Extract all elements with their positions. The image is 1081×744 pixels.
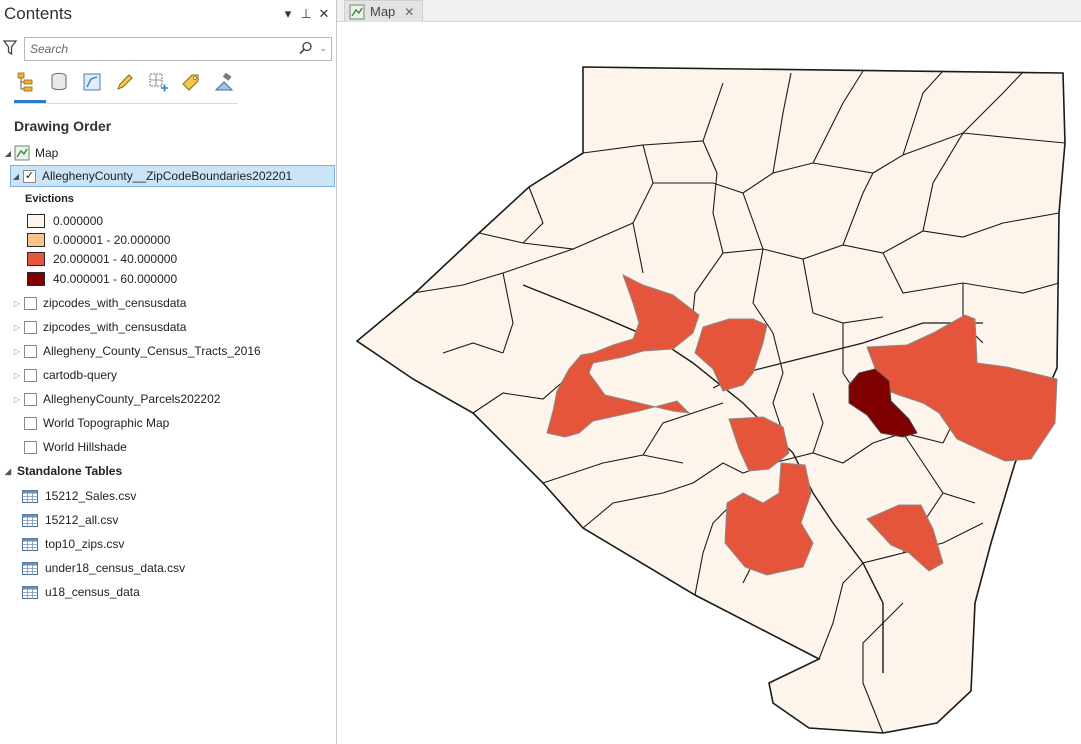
list-by-drawing-order-icon[interactable] [14,70,38,94]
collapse-icon[interactable]: ◢ [11,172,21,181]
layer-name: zipcodes_with_censusdata [43,296,187,310]
layer-zipcode-boundaries[interactable]: ◢ ✓ AlleghenyCounty__ZipCodeBoundaries20… [10,165,335,187]
layer-item[interactable]: ▷ AlleghenyCounty_Parcels202202 [12,388,221,410]
table-name: u18_census_data [45,585,140,599]
pin-icon[interactable]: ⊥ [300,6,312,22]
legend-class[interactable]: 40.000001 - 60.000000 [27,270,177,287]
close-pane-icon[interactable]: ✕ [318,6,330,22]
layer-visibility-checkbox[interactable] [24,392,37,406]
layer-item[interactable]: World Topographic Map [22,412,169,434]
table-icon [22,513,38,527]
view-tab-strip: Map ✕ [337,0,1081,22]
map-icon [14,145,30,161]
table-icon [22,537,38,551]
table-icon [22,561,38,575]
layer-name: World Topographic Map [43,416,170,430]
list-by-selection-icon[interactable] [80,70,104,94]
contents-pane: Contents ▾ ⊥ ✕ ⌄ [0,0,337,744]
legend-swatch [27,213,45,228]
expand-icon[interactable]: ▷ [12,371,22,380]
close-tab-icon[interactable]: ✕ [404,5,414,19]
contents-toolbar [14,70,236,98]
expand-icon[interactable]: ▷ [12,299,22,308]
tab-label: Map [370,4,396,19]
zip-code-choropleth-map[interactable] [343,23,1081,744]
search-icon[interactable] [299,41,313,55]
table-name: top10_zips.csv [45,537,125,551]
layer-name: Allegheny_County_Census_Tracts_2016 [43,344,261,358]
table-icon [22,489,38,503]
table-item[interactable]: top10_zips.csv [22,533,124,555]
layer-item[interactable]: ▷ zipcodes_with_censusdata [12,316,187,338]
list-by-perspective-imagery-icon[interactable] [212,70,236,94]
list-by-editing-icon[interactable] [113,70,137,94]
expand-icon[interactable]: ▷ [12,347,22,356]
legend-swatch [27,251,45,266]
toolbar-divider [14,103,238,104]
map-icon [349,4,365,19]
list-by-snapping-icon[interactable] [146,70,170,94]
expand-icon[interactable]: ▷ [12,323,22,332]
layer-item[interactable]: ▷ Allegheny_County_Census_Tracts_2016 [12,340,261,362]
legend-swatch [27,232,45,247]
legend-label: 40.000001 - 60.000000 [53,271,178,286]
layer-item[interactable]: World Hillshade [22,436,127,458]
table-name: under18_census_data.csv [45,561,186,575]
drawing-order-heading: Drawing Order [14,118,112,134]
search-input[interactable] [25,38,275,60]
legend-class[interactable]: 20.000001 - 40.000000 [27,250,177,267]
search-options-icon[interactable]: ⌄ [319,43,327,54]
map-node-label: Map [35,146,59,160]
layer-name: AlleghenyCounty__ZipCodeBoundaries202201 [42,169,293,183]
collapse-icon[interactable]: ◢ [3,149,13,158]
layer-visibility-checkbox[interactable] [24,416,37,430]
table-name: 15212_all.csv [45,513,119,527]
arcgis-pro-window: Contents ▾ ⊥ ✕ ⌄ [0,0,1081,744]
legend-class[interactable]: 0.000000 [27,212,103,229]
legend-label: 0.000001 - 20.000000 [53,232,171,247]
table-name: 15212_Sales.csv [45,489,137,503]
search-box[interactable]: ⌄ [24,37,332,61]
legend-class[interactable]: 0.000001 - 20.000000 [27,231,170,248]
pane-title: Contents [4,4,73,23]
legend-label: 0.000000 [53,213,104,228]
table-icon [22,585,38,599]
layer-visibility-checkbox[interactable] [24,440,37,454]
pane-menu-icon[interactable]: ▾ [282,6,294,22]
layer-item[interactable]: ▷ zipcodes_with_censusdata [12,292,187,314]
tab-map[interactable]: Map ✕ [344,0,424,22]
legend-field-name: Evictions [25,193,74,205]
expand-icon[interactable]: ▷ [12,395,22,404]
table-item[interactable]: under18_census_data.csv [22,557,185,579]
legend-swatch [27,271,45,286]
layer-visibility-checkbox[interactable] [24,344,37,358]
list-by-source-icon[interactable] [47,70,71,94]
layer-name: cartodb-query [43,368,118,382]
layer-visibility-checkbox[interactable] [24,320,37,334]
table-item[interactable]: 15212_Sales.csv [22,485,136,507]
legend-label: 20.000001 - 40.000000 [53,251,178,266]
layer-visibility-checkbox[interactable]: ✓ [23,169,36,183]
list-by-labeling-icon[interactable] [179,70,203,94]
layer-name: AlleghenyCounty_Parcels202202 [43,392,221,406]
layer-name: zipcodes_with_censusdata [43,320,187,334]
layer-visibility-checkbox[interactable] [24,296,37,310]
map-view[interactable] [343,23,1081,744]
pane-controls: ▾ ⊥ ✕ [282,6,330,22]
layer-name: World Hillshade [43,440,127,454]
collapse-icon[interactable]: ◢ [3,467,13,476]
map-node[interactable]: ◢ Map [3,142,58,164]
standalone-tables-label: Standalone Tables [17,464,123,478]
layer-visibility-checkbox[interactable] [24,368,37,382]
table-item[interactable]: 15212_all.csv [22,509,118,531]
layer-item[interactable]: ▷ cartodb-query [12,364,117,386]
table-item[interactable]: u18_census_data [22,581,140,603]
filter-icon[interactable] [3,40,17,56]
standalone-tables-node[interactable]: ◢ Standalone Tables [3,460,122,482]
